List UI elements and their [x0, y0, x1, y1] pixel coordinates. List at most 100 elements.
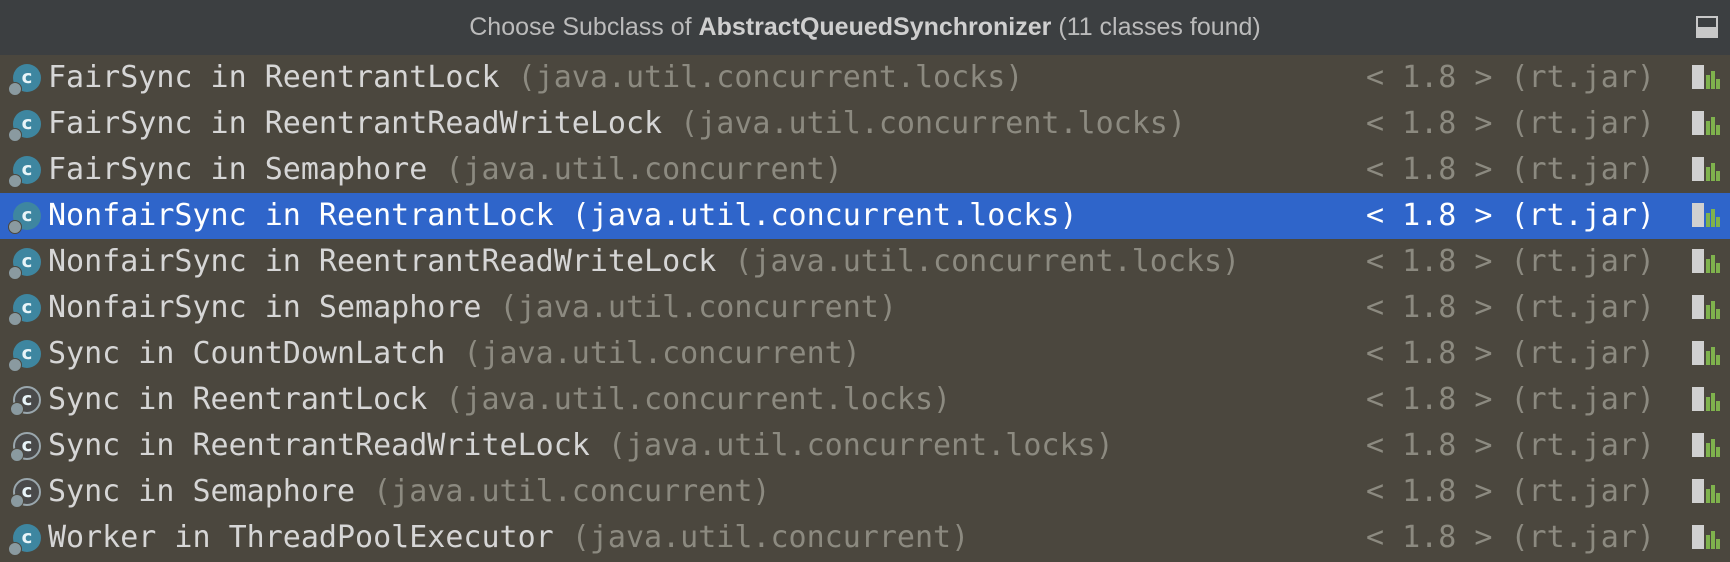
title-suffix: (11 classes found)	[1051, 13, 1261, 41]
class-name: NonfairSync in ReentrantReadWriteLock	[48, 244, 717, 279]
package-name: (java.util.concurrent)	[499, 290, 897, 325]
list-item[interactable]: c FairSync in Semaphore (java.util.concur…	[0, 147, 1730, 193]
package-name: (java.util.concurrent.locks)	[680, 106, 1186, 141]
inner-class-icon: c	[8, 248, 41, 280]
inner-class-badge-icon	[8, 542, 22, 556]
popup-title: Choose Subclass of AbstractQueuedSynchro…	[469, 0, 1261, 55]
library-jar-icon	[1692, 525, 1720, 551]
list-item[interactable]: c Sync in Semaphore (java.util.concurrent…	[0, 469, 1730, 515]
abstract-inner-class-icon: c	[10, 478, 41, 508]
class-name: Sync in ReentrantReadWriteLock	[48, 428, 590, 463]
list-item[interactable]: c Worker in ThreadPoolExecutor (java.util…	[0, 515, 1730, 561]
library-jar-icon	[1692, 387, 1720, 413]
list-item-text: FairSync in ReentrantReadWriteLock (java…	[48, 101, 1186, 147]
library-jar-icon	[1692, 249, 1720, 275]
list-item[interactable]: c NonfairSync in ReentrantLock (java.util…	[0, 193, 1730, 239]
library-version: < 1.8 > (rt.jar)	[1366, 474, 1655, 509]
choose-subclass-popup: Choose Subclass of AbstractQueuedSynchro…	[0, 0, 1730, 562]
inner-class-icon: c	[8, 156, 41, 188]
library-version: < 1.8 > (rt.jar)	[1366, 382, 1655, 417]
list-item[interactable]: c Sync in ReentrantLock (java.util.concur…	[0, 377, 1730, 423]
package-name: (java.util.concurrent.locks)	[734, 244, 1241, 279]
inner-class-badge-icon	[10, 448, 24, 462]
abstract-inner-class-icon: c	[10, 386, 41, 416]
library-jar-icon	[1692, 65, 1720, 91]
inner-class-badge-icon	[8, 266, 22, 280]
library-jar-icon	[1692, 479, 1720, 505]
subclass-list: c FairSync in ReentrantLock (java.util.co…	[0, 55, 1730, 561]
class-icon-letter: c	[21, 205, 33, 226]
library-version: < 1.8 > (rt.jar)	[1366, 520, 1655, 555]
list-item-text: NonfairSync in Semaphore (java.util.conc…	[48, 285, 897, 331]
list-item[interactable]: c Sync in ReentrantReadWriteLock (java.ut…	[0, 423, 1730, 469]
list-item-text: Sync in Semaphore (java.util.concurrent)	[48, 469, 770, 515]
inner-class-badge-icon	[8, 82, 22, 96]
class-icon-letter: c	[21, 343, 33, 364]
class-name: Worker in ThreadPoolExecutor	[48, 520, 554, 555]
class-icon-letter: c	[21, 251, 33, 272]
list-item-text: NonfairSync in ReentrantReadWriteLock (j…	[48, 239, 1240, 285]
library-version: < 1.8 > (rt.jar)	[1366, 152, 1655, 187]
library-version: < 1.8 > (rt.jar)	[1366, 244, 1655, 279]
inner-class-icon: c	[8, 110, 41, 142]
inner-class-icon: c	[8, 64, 41, 96]
inner-class-icon: c	[8, 340, 41, 372]
library-jar-icon	[1692, 341, 1720, 367]
library-jar-icon	[1692, 295, 1720, 321]
abstract-inner-class-icon: c	[10, 432, 41, 462]
pin-window-icon[interactable]	[1696, 16, 1718, 38]
list-item-text: Sync in ReentrantLock (java.util.concurr…	[48, 377, 951, 423]
library-version: < 1.8 > (rt.jar)	[1366, 428, 1655, 463]
class-icon-letter: c	[21, 297, 33, 318]
list-item[interactable]: c FairSync in ReentrantReadWriteLock (jav…	[0, 101, 1730, 147]
list-item-text: Sync in ReentrantReadWriteLock (java.uti…	[48, 423, 1114, 469]
class-icon-letter: c	[21, 159, 33, 180]
class-name: Sync in ReentrantLock	[48, 382, 428, 417]
inner-class-icon: c	[8, 294, 41, 326]
library-version: < 1.8 > (rt.jar)	[1366, 60, 1655, 95]
class-name: Sync in Semaphore	[48, 474, 356, 509]
library-version: < 1.8 > (rt.jar)	[1366, 106, 1655, 141]
list-item[interactable]: c FairSync in ReentrantLock (java.util.co…	[0, 55, 1730, 101]
library-jar-icon	[1692, 111, 1720, 137]
inner-class-badge-icon	[8, 358, 22, 372]
package-name: (java.util.concurrent)	[445, 152, 843, 187]
library-jar-icon	[1692, 433, 1720, 459]
list-item[interactable]: c Sync in CountDownLatch (java.util.concu…	[0, 331, 1730, 377]
library-version: < 1.8 > (rt.jar)	[1366, 198, 1655, 233]
inner-class-icon: c	[8, 524, 41, 556]
inner-class-badge-icon	[8, 128, 22, 142]
list-item-text: NonfairSync in ReentrantLock (java.util.…	[48, 193, 1078, 239]
list-item[interactable]: c NonfairSync in Semaphore (java.util.con…	[0, 285, 1730, 331]
popup-title-bar: Choose Subclass of AbstractQueuedSynchro…	[0, 0, 1730, 55]
title-class-name: AbstractQueuedSynchronizer	[698, 13, 1052, 41]
class-name: Sync in CountDownLatch	[48, 336, 446, 371]
library-jar-icon	[1692, 203, 1720, 229]
package-name: (java.util.concurrent)	[373, 474, 771, 509]
package-name: (java.util.concurrent.locks)	[445, 382, 952, 417]
class-name: FairSync in ReentrantLock	[48, 60, 500, 95]
list-item-text: FairSync in Semaphore (java.util.concurr…	[48, 147, 843, 193]
inner-class-badge-icon	[8, 174, 22, 188]
library-jar-icon	[1692, 157, 1720, 183]
inner-class-badge-icon	[10, 402, 24, 416]
inner-class-icon: c	[8, 202, 41, 234]
package-name: (java.util.concurrent.locks)	[517, 60, 1024, 95]
title-prefix: Choose Subclass of	[469, 13, 699, 41]
package-name: (java.util.concurrent.locks)	[607, 428, 1114, 463]
inner-class-badge-icon	[8, 312, 22, 326]
class-icon-letter: c	[21, 527, 33, 548]
library-version: < 1.8 > (rt.jar)	[1366, 336, 1655, 371]
list-item[interactable]: c NonfairSync in ReentrantReadWriteLock (…	[0, 239, 1730, 285]
package-name: (java.util.concurrent)	[463, 336, 861, 371]
class-name: NonfairSync in ReentrantLock	[48, 198, 554, 233]
library-version: < 1.8 > (rt.jar)	[1366, 290, 1655, 325]
class-name: FairSync in Semaphore	[48, 152, 428, 187]
list-item-text: Worker in ThreadPoolExecutor (java.util.…	[48, 515, 969, 561]
class-icon-letter: c	[21, 113, 33, 134]
inner-class-badge-icon	[10, 494, 24, 508]
class-name: FairSync in ReentrantReadWriteLock	[48, 106, 663, 141]
inner-class-badge-icon	[8, 220, 22, 234]
class-icon-letter: c	[21, 67, 33, 88]
class-name: NonfairSync in Semaphore	[48, 290, 482, 325]
